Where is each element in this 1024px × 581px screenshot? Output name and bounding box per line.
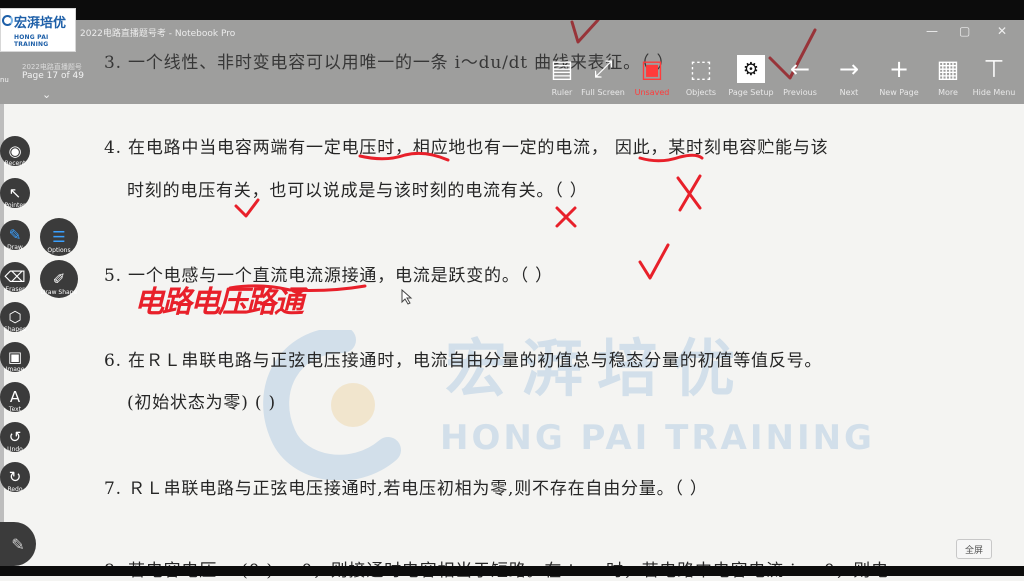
tool-text[interactable]: A Text [0,382,30,420]
tool-recent[interactable]: ◉ Recent [0,136,30,174]
ink-underline [228,284,367,292]
tool-draw[interactable]: ✎ Draw [0,220,30,258]
question-4-line-1: 4. 在电路中当电容两端有一定电压时，相应地也有一定的电流， 因此，某时刻电容贮… [104,138,829,158]
minimize-button[interactable]: — [926,24,938,38]
ink-mark-cross [555,206,577,228]
tool-eraser[interactable]: ⌫ Eraser [0,262,30,300]
tool-options[interactable]: ☰ Options [40,218,78,258]
question-6-line-1: 6. 在ＲＬ串联电路与正弦电压接通时，电流自由分量的初值总与稳态分量的初值等值反… [104,351,823,371]
app-title: 2022电路直播题号考 - Notebook Pro [80,29,236,39]
screen-top-bar [0,0,1024,20]
tool-redo[interactable]: ↻ Redo [0,462,30,500]
tool-image[interactable]: ▣ Image [0,342,30,380]
ink-handwriting: 电路电压路通 [134,285,309,320]
close-button[interactable]: ✕ [997,24,1007,38]
menu-label[interactable]: nu [0,76,9,84]
watermark-text-en: HONG PAI TRAINING [440,418,875,458]
wrench-icon[interactable]: ✎ [0,522,36,566]
question-5: 5. 一个电感与一个直流电流源接通，电流是跃变的。（ ） [104,266,553,286]
maximize-button[interactable]: ▢ [959,24,970,38]
hide-menu-icon: ⊤ [983,55,1005,83]
fullscreen-toggle-button[interactable]: 全屏 [956,539,992,559]
page-indicator: Page 17 of 49 [22,71,84,81]
ink-mark-cross [676,174,702,212]
gear-icon: ⚙ [737,55,765,83]
screen-bottom-bar [0,566,1024,576]
question-4-line-2: 时刻的电压有关，也可以说成是与该时刻的电流有关。（ ） [127,181,588,201]
logo-icon [2,15,13,26]
tool-sidebar: ◉ Recent ↖ Pointer ✎ Draw ⌫ Eraser ⬡ Sha… [0,106,86,576]
tool-undo[interactable]: ↺ Undo [0,422,30,460]
mouse-cursor-icon [401,289,413,305]
question-7: 7. ＲＬ串联电路与正弦电压接通时,若电压初相为零,则不存在自由分量。（ ） [104,479,708,499]
hide-menu-button[interactable]: ⊤ Hide Menu [964,52,1024,97]
tool-draw-shape[interactable]: ✐ Draw Shape [40,260,78,300]
question-6-line-2: (初始状态为零) ( ) [127,393,276,413]
chevron-down-icon[interactable]: ⌄ [42,88,51,101]
ink-mark-check [638,243,670,280]
brand-logo: 宏湃培优 HONG PAI TRAINING [0,8,76,52]
tool-pointer[interactable]: ↖ Pointer [0,178,30,216]
ink-mark-check [234,198,260,218]
tool-shapes[interactable]: ⬡ Shapes [0,302,30,340]
